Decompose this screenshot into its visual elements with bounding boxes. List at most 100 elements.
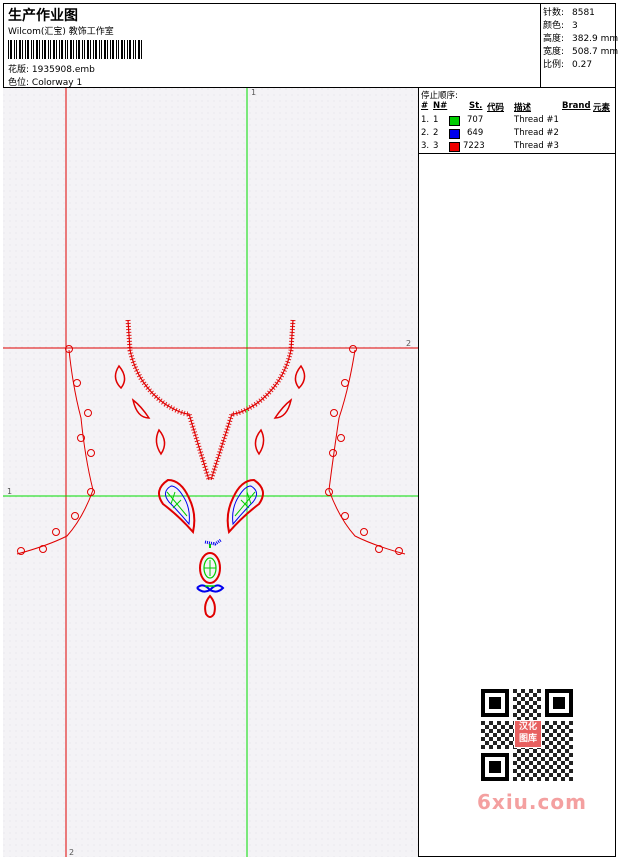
qr-module [537, 697, 541, 701]
qr-module [561, 737, 565, 741]
qr-module [545, 769, 549, 773]
qr-module [545, 745, 549, 749]
qr-module [545, 761, 549, 765]
qr-module [513, 761, 517, 765]
qr-module [545, 721, 549, 725]
qr-module [485, 725, 489, 729]
qr-module [521, 705, 525, 709]
barcode-bar [112, 40, 114, 59]
qr-module [569, 769, 573, 773]
qr-module [533, 693, 537, 697]
colorway: 色位: Colorway 1 [8, 75, 82, 88]
colorway-name: Colorway 1 [31, 78, 83, 88]
barcode-bar [53, 40, 55, 59]
qr-module [545, 729, 549, 733]
qr-module [529, 689, 533, 693]
qr-finder [553, 697, 565, 709]
barcode-bar [33, 40, 34, 59]
qr-module [501, 733, 505, 737]
qr-module [489, 737, 493, 741]
barcode-bar [27, 40, 29, 59]
qr-module [541, 765, 545, 769]
qr-module [561, 777, 565, 781]
qr-module [489, 721, 493, 725]
qr-module [529, 705, 533, 709]
qr-module [505, 737, 509, 741]
qr-module [569, 753, 573, 757]
barcode-bar [14, 40, 15, 59]
qr-module [529, 697, 533, 701]
barcode-bar [56, 40, 57, 59]
qr-module [513, 753, 517, 757]
qr-module [489, 729, 493, 733]
qr-module [513, 713, 517, 717]
qr-module [565, 725, 569, 729]
qr-module [517, 709, 521, 713]
barcode-bar [121, 40, 123, 59]
qr-module [569, 745, 573, 749]
barcode-bar [70, 40, 72, 59]
qr-module [565, 733, 569, 737]
design-file-name: 1935908.emb [31, 65, 95, 75]
qr-module [481, 721, 485, 725]
barcode-bar [90, 40, 91, 59]
qr-module [509, 733, 513, 737]
qr-module [497, 721, 501, 725]
barcode-bar [48, 40, 49, 59]
qr-module [541, 749, 545, 753]
thread-row: 2. 2 649 Thread #2 [421, 128, 559, 139]
col-num: # [421, 101, 429, 111]
qr-module [553, 721, 557, 725]
qr-module [509, 741, 513, 745]
qr-module [533, 757, 537, 761]
stat-colors: 颜色: 3 [543, 21, 578, 31]
guide-label-right: 2 [406, 339, 411, 348]
qr-module [553, 745, 557, 749]
barcode-bar [61, 40, 63, 59]
qr-module [521, 689, 525, 693]
qr-module [565, 741, 569, 745]
qr-module [561, 753, 565, 757]
barcode-bar [39, 40, 40, 59]
qr-module [513, 697, 517, 701]
qr-module [501, 741, 505, 745]
qr-module [521, 761, 525, 765]
barcode-bar [84, 40, 85, 59]
barcode-bar [107, 40, 108, 59]
qr-module [565, 749, 569, 753]
qr-module [537, 713, 541, 717]
qr-module [517, 693, 521, 697]
barcode [8, 40, 142, 59]
guide-label-left: 1 [7, 487, 12, 496]
barcode-bar [118, 40, 119, 59]
qr-module [501, 725, 505, 729]
barcode-bar [31, 40, 32, 59]
qr-module [529, 777, 533, 781]
colorway-label: 色位: [8, 78, 30, 88]
design-canvas: 1 2 1 2 [3, 88, 419, 857]
barcode-bar [138, 40, 140, 59]
qr-module [493, 733, 497, 737]
stat-width: 宽度: 508.7 mm [543, 47, 619, 57]
col-st: St. [469, 101, 483, 111]
barcode-bar [44, 40, 46, 59]
qr-module [537, 689, 541, 693]
qr-module [525, 765, 529, 769]
qr-module [481, 737, 485, 741]
col-code: 代码 [487, 103, 505, 113]
guide-label-bottom: 2 [69, 848, 74, 857]
qr-module [521, 713, 525, 717]
stat-stitches: 针数: 8581 [543, 8, 595, 18]
thread-row: 3. 3 7223 Thread #3 [421, 141, 559, 152]
qr-module [549, 741, 553, 745]
barcode-bar [10, 40, 12, 59]
qr-module [525, 749, 529, 753]
qr-module [513, 705, 517, 709]
barcode-bar [22, 40, 23, 59]
qr-module [565, 765, 569, 769]
col-desc: 描述 [514, 103, 532, 113]
qr-module [525, 701, 529, 705]
qr-module [525, 709, 529, 713]
qr-module [509, 725, 513, 729]
qr-module [513, 769, 517, 773]
